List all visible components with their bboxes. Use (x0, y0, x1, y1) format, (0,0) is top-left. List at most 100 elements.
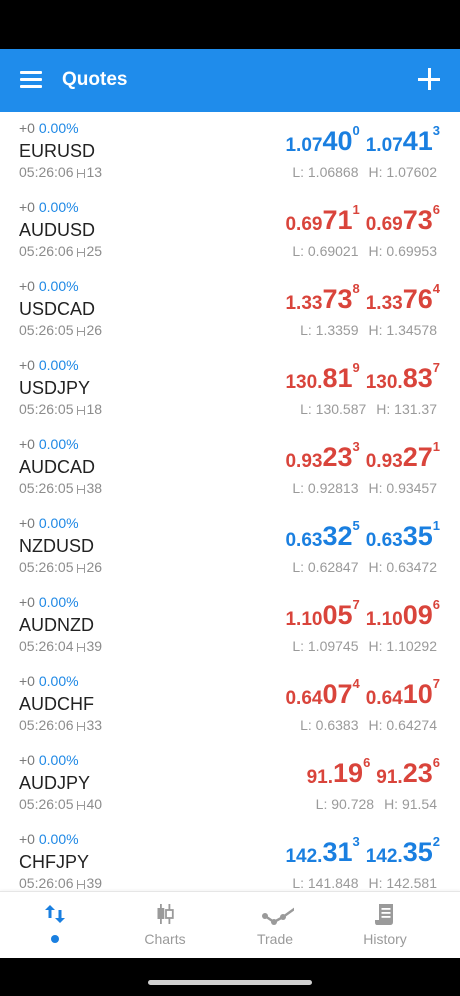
quote-row[interactable]: +0 0.00% USDJPY 05:26:05 18 130. 81 9 130… (0, 349, 460, 428)
bid-price[interactable]: 0.63 32 5 (285, 518, 359, 552)
bid-price-pips: 31 (322, 837, 353, 867)
ask-price[interactable]: 91. 23 6 (376, 755, 440, 789)
ask-price[interactable]: 1.10 09 6 (366, 597, 440, 631)
ask-price[interactable]: 0.64 10 7 (366, 676, 440, 710)
quote-row[interactable]: +0 0.00% AUDCAD 05:26:05 38 0.93 23 3 0.9… (0, 428, 460, 507)
change-points: +0 (19, 673, 35, 689)
ask-price[interactable]: 1.07 41 3 (366, 123, 440, 157)
ask-price-fraction: 3 (432, 123, 440, 138)
change-percent: 0.00% (38, 752, 79, 768)
home-indicator[interactable] (148, 980, 312, 985)
ask-price[interactable]: 130. 83 7 (366, 360, 440, 394)
change-info: +0 0.00% (19, 357, 79, 373)
quote-meta: 05:26:06 33 (19, 717, 102, 733)
nav-quotes[interactable] (0, 892, 110, 959)
bid-price-fraction: 7 (352, 597, 360, 612)
nav-history[interactable]: History (330, 892, 440, 959)
high-value: H: 1.07602 (368, 164, 438, 180)
quote-row[interactable]: +0 0.00% EURUSD 05:26:06 13 1.07 40 0 1.0… (0, 112, 460, 191)
spread-value: 25 (86, 243, 103, 259)
bid-price[interactable]: 142. 31 3 (285, 834, 359, 868)
nav-trade[interactable]: Trade (220, 892, 330, 959)
bid-price[interactable]: 0.64 07 4 (285, 676, 359, 710)
daily-range: L: 1.3359 H: 1.34578 (300, 322, 437, 338)
low-value: L: 0.6383 (300, 717, 359, 733)
ask-price-fraction: 4 (432, 281, 440, 296)
bid-price-base: 130. (285, 372, 323, 393)
quote-meta: 05:26:06 25 (19, 243, 102, 259)
price-pair: 1.33 73 8 1.33 76 4 (285, 281, 440, 315)
ask-price-fraction: 6 (432, 202, 440, 217)
ask-price[interactable]: 0.63 35 1 (366, 518, 440, 552)
ask-price-fraction: 6 (432, 755, 440, 770)
ask-price-base: 91. (376, 767, 403, 788)
change-points: +0 (19, 199, 35, 215)
quote-row[interactable]: +0 0.00% NZDUSD 05:26:05 26 0.63 32 5 0.6… (0, 507, 460, 586)
change-points: +0 (19, 278, 35, 294)
quotes-list: +0 0.00% EURUSD 05:26:06 13 1.07 40 0 1.0… (0, 112, 460, 891)
bid-price-base: 91. (306, 767, 334, 788)
nav-charts[interactable]: Charts (110, 892, 220, 959)
symbol-name: AUDUSD (19, 220, 96, 240)
quote-row[interactable]: +0 0.00% USDCAD 05:26:05 26 1.33 73 8 1.3… (0, 270, 460, 349)
add-symbol-icon[interactable] (418, 68, 440, 90)
ask-price-pips: 35 (402, 837, 433, 867)
candlestick-icon (157, 904, 174, 924)
ask-price-pips: 27 (402, 442, 433, 472)
daily-range: L: 1.06868 H: 1.07602 (292, 164, 437, 180)
quote-row[interactable]: +0 0.00% AUDUSD 05:26:06 25 0.69 71 1 0.6… (0, 191, 460, 270)
spread-value: 40 (86, 796, 103, 812)
bid-price-pips: 19 (333, 758, 364, 788)
daily-range: L: 141.848 H: 142.581 (292, 875, 437, 891)
bid-price[interactable]: 1.33 73 8 (285, 281, 359, 315)
quote-time: 05:26:05 (19, 322, 74, 338)
home-area (0, 958, 460, 996)
spread-value: 38 (86, 480, 103, 496)
change-info: +0 0.00% (19, 831, 79, 847)
ask-price[interactable]: 1.33 76 4 (366, 281, 440, 315)
bid-price[interactable]: 1.07 40 0 (285, 123, 359, 157)
change-points: +0 (19, 120, 35, 136)
menu-icon[interactable] (20, 71, 42, 89)
quotes-arrows-icon (45, 905, 65, 923)
quote-row[interactable]: +0 0.00% AUDNZD 05:26:04 39 1.10 05 7 1.1… (0, 586, 460, 665)
bid-price[interactable]: 130. 81 9 (285, 360, 359, 394)
bid-price[interactable]: 0.69 71 1 (285, 202, 359, 236)
bid-price-pips: 23 (322, 442, 353, 472)
bid-price[interactable]: 91. 19 6 (307, 755, 371, 789)
change-percent: 0.00% (38, 357, 79, 373)
quote-row[interactable]: +0 0.00% CHFJPY 05:26:06 39 142. 31 3 142… (0, 823, 460, 891)
quote-time: 05:26:05 (19, 796, 74, 812)
ask-price-base: 1.07 (365, 135, 403, 156)
symbol-name: CHFJPY (19, 852, 90, 872)
price-pair: 0.69 71 1 0.69 73 6 (285, 202, 440, 236)
change-percent: 0.00% (38, 199, 79, 215)
quote-row[interactable]: +0 0.00% AUDJPY 05:26:05 40 91. 19 6 91. … (0, 744, 460, 823)
low-value: L: 1.3359 (300, 322, 359, 338)
change-percent: 0.00% (38, 278, 79, 294)
ask-price[interactable]: 0.69 73 6 (366, 202, 440, 236)
bid-price-pips: 07 (322, 679, 353, 709)
change-info: +0 0.00% (19, 120, 79, 136)
low-value: L: 0.92813 (292, 480, 359, 496)
change-points: +0 (19, 436, 35, 452)
status-bar (0, 0, 460, 49)
spread-icon (76, 880, 85, 889)
quote-meta: 05:26:05 18 (19, 401, 102, 417)
quote-time: 05:26:04 (19, 638, 74, 654)
spread-value: 39 (86, 638, 103, 654)
spread-icon (76, 722, 85, 731)
bid-price[interactable]: 0.93 23 3 (285, 439, 359, 473)
spread-value: 13 (86, 164, 103, 180)
bid-price-pips: 05 (322, 600, 353, 630)
quote-time: 05:26:05 (19, 401, 74, 417)
symbol-name: AUDCAD (19, 457, 96, 477)
ask-price[interactable]: 0.93 27 1 (366, 439, 440, 473)
bid-price-fraction: 6 (363, 755, 371, 770)
quote-row[interactable]: +0 0.00% AUDCHF 05:26:06 33 0.64 07 4 0.6… (0, 665, 460, 744)
high-value: H: 1.10292 (368, 638, 438, 654)
ask-price[interactable]: 142. 35 2 (366, 834, 440, 868)
bid-price[interactable]: 1.10 05 7 (285, 597, 359, 631)
ask-price-pips: 35 (402, 521, 433, 551)
price-pair: 91. 19 6 91. 23 6 (307, 755, 440, 789)
